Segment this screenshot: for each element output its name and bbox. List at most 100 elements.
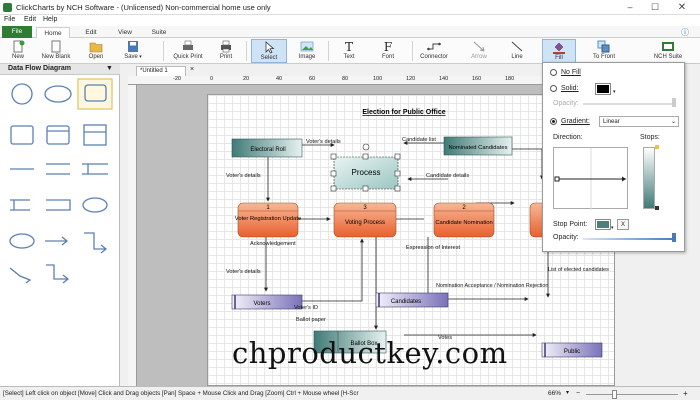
shapes-panel: Data Flow Diagram ▼ <box>0 64 120 386</box>
public-label: Public <box>564 349 580 355</box>
zoom-in-icon[interactable]: + <box>683 389 688 398</box>
font-button[interactable]: F Font <box>368 39 408 63</box>
ruler-label: 160 <box>472 76 482 82</box>
image-button[interactable]: Image <box>291 39 323 63</box>
minimize-button[interactable]: – <box>620 0 640 15</box>
pointer-icon <box>265 41 275 54</box>
shape-bracket-icon <box>46 199 71 211</box>
tab-view[interactable]: View <box>110 27 140 38</box>
open-button[interactable]: Open <box>80 39 112 63</box>
nch-suite-button[interactable]: NCH Suite <box>648 39 688 63</box>
quick-print-label: Quick Print <box>173 54 203 60</box>
fill-button[interactable]: Fill <box>542 39 576 63</box>
close-button[interactable]: ✕ <box>672 0 692 15</box>
no-fill-radio[interactable] <box>550 69 557 76</box>
help-icon[interactable]: ⓘ <box>681 27 689 38</box>
new-blank-icon <box>51 40 61 53</box>
solid-radio[interactable] <box>550 85 557 92</box>
select-button[interactable]: Select <box>251 39 287 63</box>
label-voters-id: Voter's ID <box>294 305 318 311</box>
connector-button[interactable]: Connector <box>414 39 454 63</box>
zoom-slider-thumb[interactable] <box>612 390 617 399</box>
gradient-stops-bar[interactable] <box>643 147 655 209</box>
ruler-label: 100 <box>373 76 383 82</box>
bring-to-front-icon <box>597 40 610 53</box>
remove-stop-button[interactable]: X <box>617 219 629 230</box>
arrow-button[interactable]: Arrow <box>462 39 496 63</box>
ruler-label: 140 <box>439 76 449 82</box>
menu-edit[interactable]: Edit <box>24 16 36 23</box>
print-button[interactable]: Print <box>212 39 240 63</box>
label-ballot-paper: Ballot paper <box>296 317 326 323</box>
shape-curve-arrow-icon <box>9 267 32 284</box>
quick-print-button[interactable]: Quick Print <box>168 39 208 63</box>
opacity-slider[interactable] <box>583 103 676 105</box>
to-front-label: To Front <box>592 54 615 60</box>
text-icon: T <box>345 40 353 53</box>
new-button[interactable]: New <box>4 39 32 63</box>
stop-color-swatch[interactable] <box>595 219 611 230</box>
new-blank-label: New Blank <box>41 54 71 60</box>
text-button[interactable]: T Text <box>334 39 364 63</box>
ruler-label: 80 <box>342 76 349 82</box>
title-bar: ClickCharts by NCH Software - (Unlicense… <box>0 0 700 15</box>
stop-marker-top[interactable] <box>655 145 659 149</box>
shape-process-divided-icon <box>46 125 70 145</box>
shapes-panel-header[interactable]: Data Flow Diagram ▼ <box>0 64 120 75</box>
status-bar: [Select] Left click on object [Move] Cli… <box>0 386 700 400</box>
fill-label: Fill <box>555 55 563 61</box>
process-label: Process <box>352 168 381 177</box>
shape-datastore-small-icon <box>10 199 30 211</box>
tab-home[interactable]: Home <box>36 27 70 38</box>
shape-store-icon <box>83 124 107 146</box>
label-candidate-list: Candidate list <box>402 137 436 143</box>
electoral-roll-label: Electoral Roll <box>250 147 285 153</box>
stop-marker-bottom[interactable] <box>655 206 659 210</box>
solid-label: Solid: <box>561 85 579 92</box>
label-candidate-details: Candidate details <box>426 173 469 179</box>
close-tab-icon[interactable]: × <box>190 66 194 73</box>
p2-label: Candidate Nomination <box>435 220 492 226</box>
direction-picker[interactable] <box>553 147 629 210</box>
maximize-button[interactable]: ☐ <box>645 0 665 15</box>
tab-document[interactable]: *Untitled 1 <box>136 66 186 76</box>
line-button[interactable]: Line <box>500 39 534 63</box>
opacity-label: Opacity: <box>553 100 579 107</box>
save-button[interactable]: Save ▾ <box>116 39 150 63</box>
tab-suite[interactable]: Suite <box>144 27 174 38</box>
shape-palette[interactable] <box>0 75 120 335</box>
tab-edit[interactable]: Edit <box>76 27 106 38</box>
tab-file[interactable]: File <box>2 26 32 38</box>
dropdown-arrow-icon[interactable]: ▾ <box>611 225 614 231</box>
menu-file[interactable]: File <box>4 16 15 23</box>
ruler-label: -20 <box>173 76 181 82</box>
nch-suite-label: NCH Suite <box>653 54 683 60</box>
zoom-slider[interactable] <box>586 394 678 395</box>
ruler-label: 60 <box>309 76 316 82</box>
print-icon <box>221 40 231 53</box>
gradient-type-select[interactable]: Linear ⌄ <box>599 116 679 127</box>
zoom-dropdown-icon[interactable]: ▾ <box>566 389 569 396</box>
dropdown-arrow-icon[interactable]: ▾ <box>613 89 616 95</box>
ruler-label: 180 <box>505 76 515 82</box>
new-blank-button[interactable]: New Blank <box>36 39 76 63</box>
to-front-button[interactable]: To Front <box>586 39 622 63</box>
shape-elbow-arrow-icon <box>84 232 108 254</box>
zoom-out-icon[interactable]: − <box>576 390 580 397</box>
stop-opacity-thumb[interactable] <box>672 233 676 242</box>
fill-panel: No Fill Solid: ▾ Opacity: Gradient: Line… <box>542 62 685 252</box>
nominated-candidates-label: Nominated Candidates <box>449 145 508 151</box>
gradient-radio[interactable] <box>550 118 557 125</box>
menu-help[interactable]: Help <box>43 16 57 23</box>
shape-datastore-open-icon <box>46 163 70 175</box>
new-icon <box>13 40 25 53</box>
opacity-slider-thumb[interactable] <box>672 98 676 107</box>
chevron-down-icon[interactable]: ▼ <box>106 65 113 72</box>
shape-terminator-icon <box>9 233 35 249</box>
ruler-label: 120 <box>406 76 416 82</box>
connector-label: Connector <box>420 54 448 60</box>
stop-opacity-slider[interactable] <box>583 238 676 240</box>
solid-color-swatch[interactable] <box>595 83 611 95</box>
zoom-level: 66% <box>548 390 562 397</box>
label-voters-details-left: Voter's details <box>226 173 261 179</box>
